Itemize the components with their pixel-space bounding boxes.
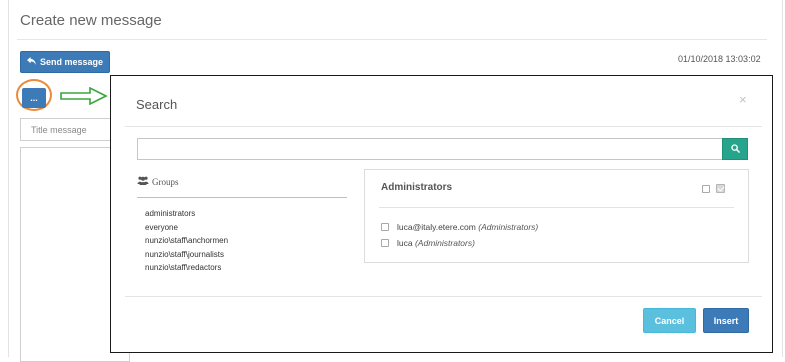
close-icon[interactable]: × [739, 93, 747, 107]
page-title: Create new message [20, 12, 162, 29]
select-all-controls [702, 184, 725, 193]
group-item-redactors[interactable]: nunzio\staff\redactors [145, 261, 228, 275]
groups-list: administrators everyone nunzio\staff\anc… [145, 207, 228, 275]
search-icon [730, 140, 740, 158]
insert-button[interactable]: Insert [703, 308, 749, 333]
group-item-administrators[interactable]: administrators [145, 207, 228, 221]
search-button[interactable] [722, 138, 748, 160]
search-modal: Search × Groups administrators everyone [110, 75, 773, 353]
groups-label: Groups [152, 176, 179, 187]
member-name: luca@italy.etere.com [397, 222, 476, 232]
users-icon [137, 176, 149, 187]
select-all-checked-checkbox[interactable] [716, 184, 725, 193]
group-item-anchormen[interactable]: nunzio\staff\anchormen [145, 234, 228, 248]
modal-title: Search [136, 97, 178, 112]
group-members-panel: Administrators luca@italy.etere.com (Adm… [364, 169, 749, 263]
select-recipients-button[interactable]: ... [22, 88, 46, 108]
panel-divider [379, 207, 734, 208]
member-row: luca (Administrators) [381, 238, 475, 248]
modal-header-divider [125, 126, 762, 127]
groups-header: Groups [137, 176, 179, 187]
member-checkbox[interactable] [381, 239, 389, 247]
title-divider [17, 39, 767, 40]
search-input[interactable] [137, 138, 723, 160]
member-name: luca [397, 238, 413, 248]
member-checkbox[interactable] [381, 223, 389, 231]
select-all-checkbox[interactable] [702, 184, 710, 193]
member-group: (Administrators) [478, 222, 539, 232]
cancel-button[interactable]: Cancel [643, 308, 696, 333]
member-group: (Administrators) [414, 238, 475, 248]
timestamp: 01/10/2018 13:03:02 [678, 54, 761, 64]
group-item-everyone[interactable]: everyone [145, 221, 228, 235]
group-item-journalists[interactable]: nunzio\staff\journalists [145, 248, 228, 262]
member-row: luca@italy.etere.com (Administrators) [381, 222, 538, 232]
selected-group-title: Administrators [381, 182, 453, 193]
arrow-annotation-icon [60, 86, 108, 110]
send-message-label: Send message [39, 57, 104, 67]
send-message-button[interactable]: Send message [20, 51, 110, 73]
reply-icon [27, 57, 36, 67]
groups-divider [137, 197, 347, 198]
modal-footer-divider [125, 296, 762, 297]
